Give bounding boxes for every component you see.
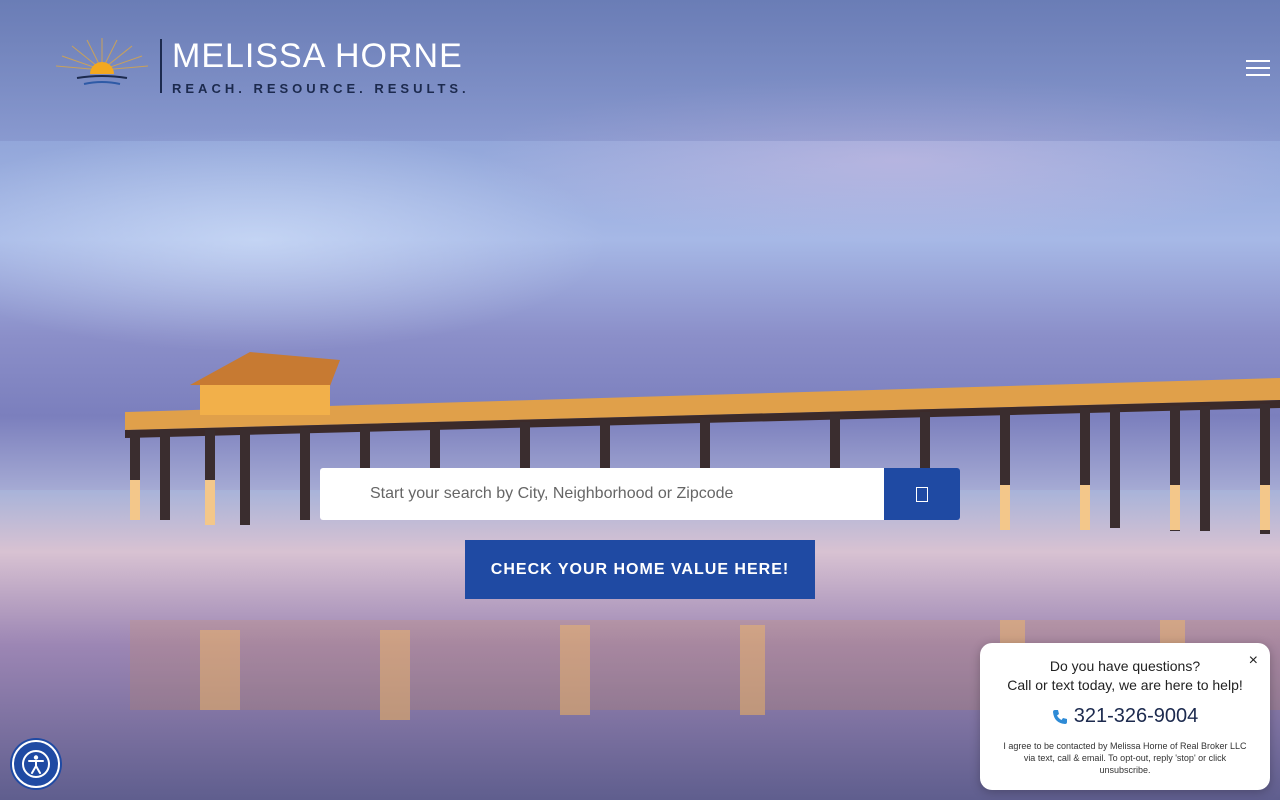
search-button[interactable] xyxy=(884,468,960,520)
close-icon[interactable]: × xyxy=(1249,652,1258,670)
phone-icon xyxy=(1052,709,1067,724)
chat-popup: × Do you have questions? Call or text to… xyxy=(980,643,1270,790)
accessibility-icon xyxy=(22,750,50,778)
home-value-button[interactable]: CHECK YOUR HOME VALUE HERE! xyxy=(465,540,815,599)
search-icon xyxy=(916,486,928,502)
chat-phone-link[interactable]: 321-326-9004 xyxy=(980,705,1270,728)
hamburger-icon[interactable] xyxy=(1246,60,1270,78)
site-logo[interactable]: MELISSA HORNE REACH. RESOURCE. RESULTS. xyxy=(52,36,470,96)
search-input[interactable] xyxy=(320,468,884,520)
chat-prompt: Call or text today, we are here to help! xyxy=(1007,677,1243,693)
accessibility-button[interactable] xyxy=(12,740,60,788)
logo-divider xyxy=(160,39,162,93)
chat-disclaimer: I agree to be contacted by Melissa Horne… xyxy=(1003,741,1247,775)
sunrise-logo-icon xyxy=(55,38,149,85)
chat-phone-number: 321-326-9004 xyxy=(1073,705,1199,727)
search-bar xyxy=(320,468,960,520)
chat-question: Do you have questions? xyxy=(1049,658,1201,674)
logo-tagline: REACH. RESOURCE. RESULTS. xyxy=(172,80,470,96)
logo-name: MELISSA HORNE xyxy=(172,36,463,75)
